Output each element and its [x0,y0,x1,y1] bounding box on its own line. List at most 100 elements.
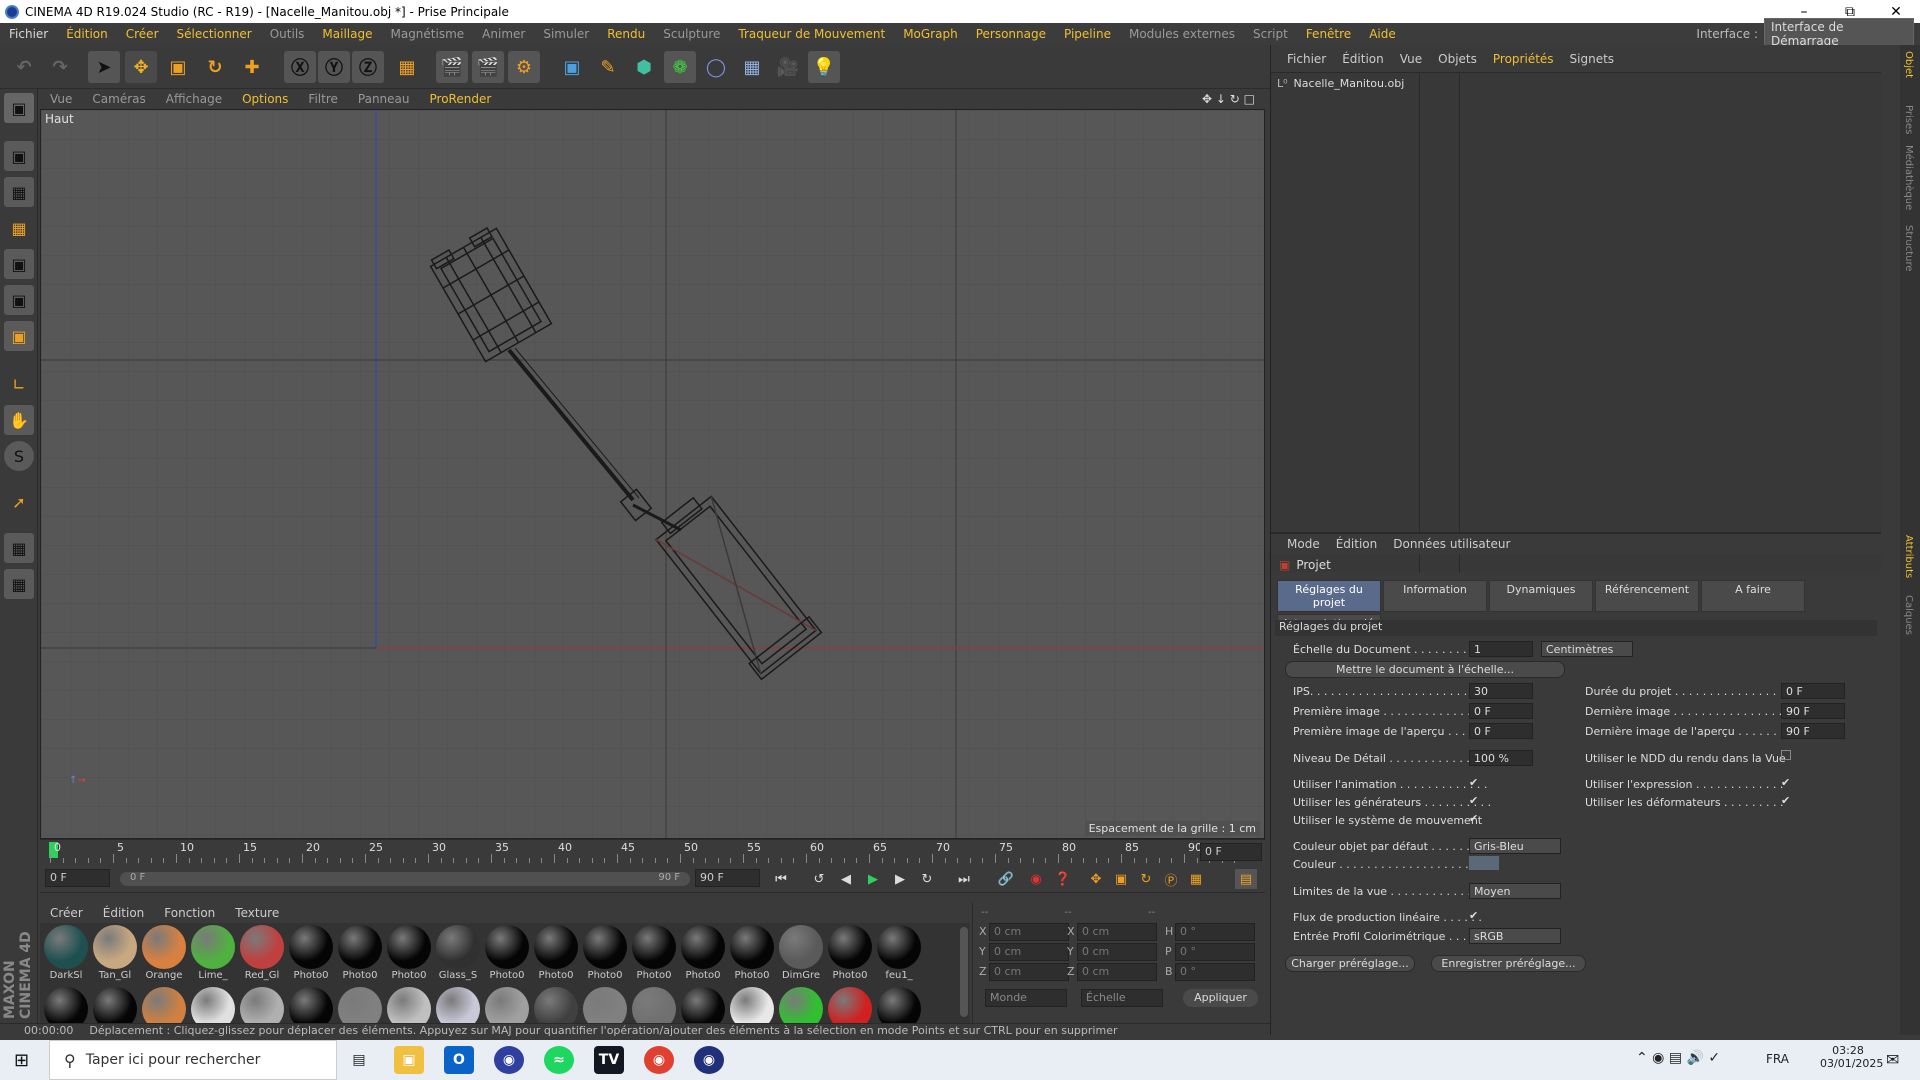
menu-pipeline[interactable]: Pipeline [1055,27,1120,41]
cinema4d-taskbar-icon[interactable]: ◉ [694,1046,724,1074]
subdivision-icon[interactable]: ⬢ [628,51,660,83]
apply-button[interactable]: Appliquer [1183,989,1258,1007]
menu-fichier[interactable]: Fichier [0,27,57,41]
sidetab-mediatheque[interactable]: Médiathèque [1903,145,1914,210]
coord-value-field[interactable]: 0 cm [989,943,1069,961]
language-indicator[interactable]: FRA [1766,1052,1789,1066]
lock-workplane-icon[interactable]: ▦ [4,533,34,563]
key-rotation-icon[interactable]: ↻ [1135,869,1157,889]
menu-personnage[interactable]: Personnage [967,27,1055,41]
material-swatch[interactable] [142,925,186,969]
planar-workplane-icon[interactable]: ▦ [4,569,34,599]
snap-icon[interactable]: ➚ [4,487,34,517]
next-key-icon[interactable]: ↻ [916,869,938,889]
multi-tool-icon[interactable]: ✚ [236,51,268,83]
nacelle-wireframe-model[interactable] [41,110,1265,839]
menu-magnetisme[interactable]: Magnétisme [381,27,473,41]
keyframe-selection-icon[interactable]: 🔗 [995,869,1017,889]
key-scale-icon[interactable]: ▣ [1110,869,1132,889]
obj-menu-vue[interactable]: Vue [1392,52,1430,66]
attr-menu-mode[interactable]: Mode [1279,537,1328,551]
tab-information[interactable]: Information [1383,580,1487,612]
windows-start-icon[interactable]: ⊞ [14,1050,29,1071]
menu-modules[interactable]: Modules externes [1120,27,1244,41]
gen-checkbox[interactable]: ✔ [1469,794,1478,807]
material-swatch[interactable] [240,925,284,969]
object-name[interactable]: Nacelle_Manitou.obj [1294,77,1405,90]
menu-sculpture[interactable]: Sculpture [654,27,729,41]
echelle-field[interactable]: 1 [1469,641,1533,657]
menu-script[interactable]: Script [1244,27,1297,41]
menu-edition[interactable]: Édition [57,27,117,41]
material-swatch[interactable] [730,925,774,969]
start-frame-field[interactable]: 0 F [45,869,110,887]
tweak-icon[interactable]: ✋ [4,405,34,435]
couleur-swatch[interactable] [1469,856,1499,870]
x-axis-icon[interactable]: Ⓧ [284,51,316,83]
tab-referencement[interactable]: Référencement [1595,580,1699,612]
deformer-icon[interactable]: ◯ [700,51,732,83]
key-pla-icon[interactable]: ▦ [1185,869,1207,889]
redo-icon[interactable]: ↷ [44,51,76,83]
niveau-field[interactable]: 100 % [1469,750,1533,766]
prev-frame-icon[interactable]: ◀ [835,869,857,889]
coord-value-field[interactable]: 0 cm [989,963,1069,981]
task-view-icon[interactable]: ▤ [344,1046,374,1074]
coord-value-field[interactable]: 0 ° [1175,943,1255,961]
echelle-unit-dropdown[interactable]: Centimètres [1541,641,1633,657]
play-icon[interactable]: ▶ [862,869,884,889]
scale-tool-icon[interactable]: ▣ [162,51,194,83]
menu-mograph[interactable]: MoGraph [894,27,967,41]
material-swatch[interactable] [387,925,431,969]
material-swatch[interactable] [338,925,382,969]
coord-mode-dropdown[interactable]: Monde [985,989,1067,1007]
obj-menu-signets[interactable]: Signets [1562,52,1623,66]
anim-checkbox[interactable]: ✔ [1469,776,1478,789]
notifications-icon[interactable]: ✉ [1886,1050,1899,1069]
material-swatch[interactable] [779,925,823,969]
vp-menu-filtre[interactable]: Filtre [298,92,347,106]
menu-selectionner[interactable]: Sélectionner [168,27,261,41]
key-position-icon[interactable]: ✥ [1085,869,1107,889]
tab-a-faire[interactable]: A faire [1701,580,1805,612]
y-axis-icon[interactable]: Ⓨ [318,51,350,83]
material-swatch[interactable] [828,925,872,969]
vp-menu-vue[interactable]: Vue [40,92,82,106]
ndd-checkbox[interactable] [1781,750,1791,760]
motion-checkbox[interactable]: ✔ [1469,812,1478,825]
material-scrollbar[interactable] [960,927,968,1017]
material-swatch[interactable] [534,925,578,969]
material-swatch[interactable] [93,925,137,969]
workplane-icon[interactable]: ▦ [4,213,34,243]
profil-dropdown[interactable]: sRGB [1469,928,1561,944]
material-swatch[interactable] [632,925,676,969]
attr-menu-edition[interactable]: Édition [1328,537,1386,551]
timeline-window-icon[interactable]: ▤ [1235,869,1257,889]
tab-dynamiques[interactable]: Dynamiques [1489,580,1593,612]
file-explorer-icon[interactable]: ▣ [394,1046,424,1074]
menu-aide[interactable]: Aide [1360,27,1405,41]
go-to-end-icon[interactable]: ⏭ [953,869,975,889]
obj-menu-edition[interactable]: Édition [1334,52,1392,66]
outlook-icon[interactable]: O [444,1046,474,1074]
render-picture-viewer-icon[interactable]: 🎬 [472,51,504,83]
sidetab-objet[interactable]: Objet [1903,51,1914,78]
limites-dropdown[interactable]: Moyen [1469,883,1561,899]
save-preset-button[interactable]: Enregistrer préréglage... [1431,955,1586,972]
derniere-field[interactable]: 90 F [1781,703,1845,719]
autokey-icon[interactable]: ❓ [1052,869,1074,889]
sidetab-prises[interactable]: Prises [1903,105,1914,134]
tray-icons[interactable]: ⌃ ◉ ▤ 🔊 ✓ [1636,1050,1720,1066]
attr-menu-donnees[interactable]: Données utilisateur [1385,537,1518,551]
menu-maillage[interactable]: Maillage [313,27,381,41]
obj-menu-objets[interactable]: Objets [1430,52,1485,66]
coord-value-field[interactable]: 0 cm [1077,943,1157,961]
coord-value-field[interactable]: 0 ° [1175,963,1255,981]
solo-icon[interactable]: S [4,441,34,471]
premiere-apercu-field[interactable]: 0 F [1469,723,1533,739]
material-swatch[interactable] [583,925,627,969]
camera-icon[interactable]: 🎥 [772,51,804,83]
floor-icon[interactable]: ▦ [736,51,768,83]
z-axis-icon[interactable]: Ⓩ [352,51,384,83]
object-row[interactable]: L⁰ Nacelle_Manitou.obj [1277,77,1404,90]
